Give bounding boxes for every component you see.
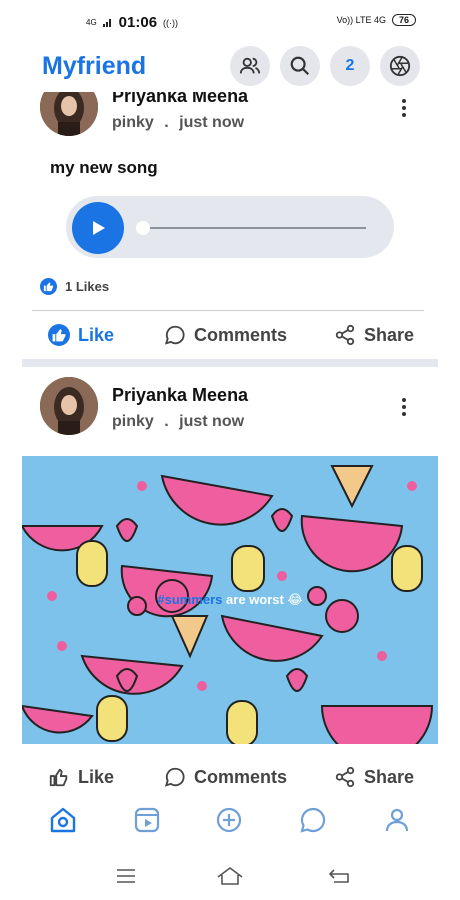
more-options-icon[interactable] xyxy=(400,395,408,419)
lte-indicator: Vo)) LTE 4G xyxy=(336,15,386,25)
post-meta: pinky . just now xyxy=(112,114,244,132)
post-username[interactable]: pinky xyxy=(112,114,154,131)
post-username[interactable]: pinky xyxy=(112,413,154,430)
friends-button[interactable] xyxy=(230,46,270,86)
notification-count: 2 xyxy=(345,57,355,74)
post-image[interactable]: #summers are worst 😂 xyxy=(22,456,438,744)
audio-progress-track[interactable] xyxy=(144,227,366,229)
system-nav-bar xyxy=(0,858,460,898)
chat-icon[interactable] xyxy=(298,805,328,835)
avatar[interactable] xyxy=(40,92,98,136)
thumbs-up-filled-icon xyxy=(48,324,70,346)
status-left: 4G 01:06 ((·)) xyxy=(86,14,178,31)
post-meta: pinky . just now xyxy=(112,413,244,431)
status-bar: 4G 01:06 ((·)) Vo)) LTE 4G 76 xyxy=(0,0,460,40)
image-caption-text: are worst 😂 xyxy=(226,592,303,607)
play-button[interactable] xyxy=(72,202,124,254)
post-actions: Like Comments Share xyxy=(22,758,438,797)
meta-separator: . xyxy=(164,114,169,131)
search-icon xyxy=(290,56,310,76)
likes-count: 1 Likes xyxy=(65,279,110,294)
signal-icon xyxy=(102,14,113,31)
post-time: just now xyxy=(179,413,245,430)
avatar[interactable] xyxy=(40,377,98,435)
status-right: Vo)) LTE 4G 76 xyxy=(337,14,416,26)
comments-button[interactable]: Comments xyxy=(164,766,287,788)
audio-scrubber-handle[interactable] xyxy=(136,221,150,235)
image-hashtag[interactable]: #summers xyxy=(157,592,222,607)
app-logo[interactable]: Myfriend xyxy=(42,52,146,81)
notifications-button[interactable]: 2 xyxy=(330,46,370,86)
camera-button[interactable] xyxy=(380,46,420,86)
post-time: just now xyxy=(179,114,245,131)
network-type: 4G xyxy=(86,18,97,27)
post-separator xyxy=(22,359,438,367)
post-author[interactable]: Priyanka Meena xyxy=(112,92,248,107)
likes-summary[interactable]: 1 Likes xyxy=(40,278,109,295)
people-icon xyxy=(239,57,261,74)
feed[interactable]: Priyanka Meena pinky . just now my new s… xyxy=(22,92,438,797)
meta-separator: . xyxy=(164,413,169,430)
bottom-nav xyxy=(0,797,460,841)
aperture-icon xyxy=(389,55,411,77)
share-button[interactable]: Share xyxy=(334,766,414,788)
add-post-icon[interactable] xyxy=(214,805,244,835)
share-button[interactable]: Share xyxy=(334,324,414,346)
post-card: Priyanka Meena pinky . just now my new s… xyxy=(22,92,438,359)
app-header: Myfriend 2 xyxy=(0,42,460,92)
profile-icon[interactable] xyxy=(382,805,412,835)
play-icon xyxy=(93,221,105,235)
comment-icon xyxy=(164,767,185,787)
more-options-icon[interactable] xyxy=(400,96,408,120)
share-icon xyxy=(335,766,355,788)
like-button[interactable]: Like xyxy=(48,324,114,346)
comment-icon xyxy=(164,325,185,345)
post-author[interactable]: Priyanka Meena xyxy=(112,385,248,406)
back-icon[interactable] xyxy=(328,868,350,884)
post-caption: my new song xyxy=(50,158,158,177)
thumbs-up-icon xyxy=(40,278,57,295)
share-icon xyxy=(335,324,355,346)
menu-icon[interactable] xyxy=(116,868,136,884)
search-button[interactable] xyxy=(280,46,320,86)
image-caption-overlay: #summers are worst 😂 xyxy=(22,592,438,608)
battery-indicator: 76 xyxy=(391,14,416,26)
home-nav-icon[interactable] xyxy=(216,866,244,886)
audio-player xyxy=(66,196,394,258)
comments-button[interactable]: Comments xyxy=(164,324,287,346)
like-button[interactable]: Like xyxy=(48,766,114,788)
hotspot-icon: ((·)) xyxy=(163,17,179,28)
post-actions: Like Comments Share xyxy=(22,316,438,356)
home-icon[interactable] xyxy=(48,805,78,835)
clock: 01:06 xyxy=(118,14,158,31)
divider xyxy=(32,310,424,311)
reels-icon[interactable] xyxy=(132,805,162,835)
thumbs-up-icon xyxy=(49,768,68,787)
